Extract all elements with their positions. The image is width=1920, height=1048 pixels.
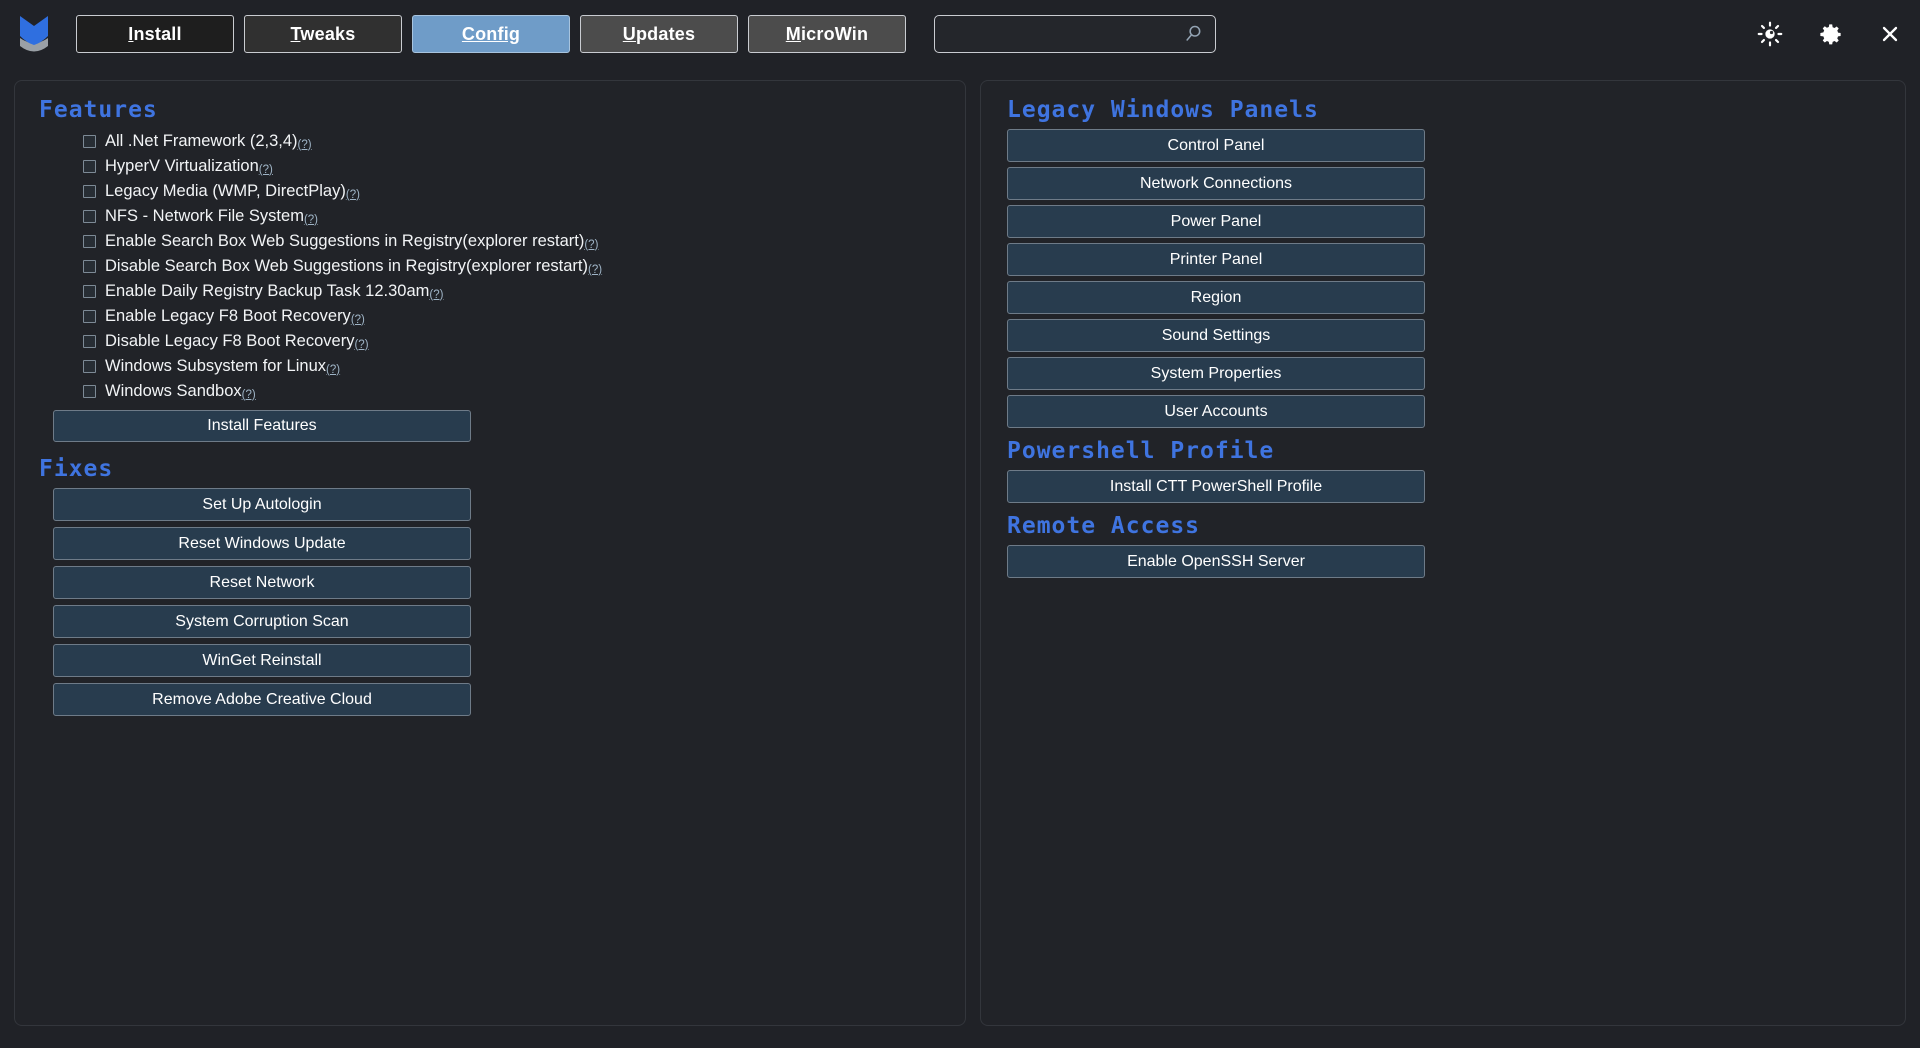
legacy-panels-heading: Legacy Windows Panels xyxy=(1007,97,1319,123)
help-tooltip-link[interactable]: (?) xyxy=(298,139,312,151)
feature-label: Enable Legacy F8 Boot Recovery xyxy=(105,307,351,325)
tab-microwin[interactable]: MicroWin xyxy=(748,15,906,53)
tab-install-label: nstall xyxy=(133,23,182,44)
checkbox-icon[interactable] xyxy=(83,235,96,248)
remote-access-button-list: Enable OpenSSH Server xyxy=(997,545,1889,578)
fix-action-button[interactable]: Set Up Autologin xyxy=(53,488,471,521)
help-tooltip-link[interactable]: (?) xyxy=(584,239,598,251)
tab-tweaks-accel: T xyxy=(290,23,301,44)
remote-access-button[interactable]: Enable OpenSSH Server xyxy=(1007,545,1425,578)
feature-checkbox-row[interactable]: Disable Legacy F8 Boot Recovery (?) xyxy=(83,329,949,354)
feature-label: Enable Daily Registry Backup Task 12.30a… xyxy=(105,282,430,300)
feature-checkbox-row[interactable]: NFS - Network File System (?) xyxy=(83,204,949,229)
checkbox-icon[interactable] xyxy=(83,160,96,173)
checkbox-icon[interactable] xyxy=(83,335,96,348)
search-input[interactable] xyxy=(945,25,1183,43)
search-box[interactable] xyxy=(934,15,1216,53)
features-heading: Features xyxy=(39,97,158,123)
feature-label: HyperV Virtualization xyxy=(105,157,259,175)
checkbox-icon[interactable] xyxy=(83,260,96,273)
feature-label: NFS - Network File System xyxy=(105,207,304,225)
checkbox-icon[interactable] xyxy=(83,210,96,223)
help-tooltip-link[interactable]: (?) xyxy=(346,189,360,201)
feature-label: Disable Legacy F8 Boot Recovery xyxy=(105,332,355,350)
help-tooltip-link[interactable]: (?) xyxy=(242,389,256,401)
tab-install[interactable]: Install xyxy=(76,15,234,53)
feature-label: Windows Subsystem for Linux xyxy=(105,357,327,375)
tab-updates-label: pdates xyxy=(635,23,696,44)
feature-checkbox-row[interactable]: HyperV Virtualization (?) xyxy=(83,154,949,179)
sun-icon[interactable] xyxy=(1757,21,1783,47)
powershell-profile-heading: Powershell Profile xyxy=(1007,438,1275,464)
features-checkbox-list: All .Net Framework (2,3,4) (?) HyperV Virt… xyxy=(31,129,949,404)
help-tooltip-link[interactable]: (?) xyxy=(259,164,273,176)
legacy-panel-button[interactable]: Power Panel xyxy=(1007,205,1425,238)
tab-tweaks[interactable]: Tweaks xyxy=(244,15,402,53)
legacy-panel-button[interactable]: User Accounts xyxy=(1007,395,1425,428)
fixes-button-list: Set Up Autologin Reset Windows Update Rese… xyxy=(31,488,949,716)
legacy-panel-button[interactable]: Network Connections xyxy=(1007,167,1425,200)
checkbox-icon[interactable] xyxy=(83,185,96,198)
feature-checkbox-row[interactable]: Enable Search Box Web Suggestions in Reg… xyxy=(83,229,949,254)
checkbox-icon[interactable] xyxy=(83,135,96,148)
tab-updates-accel: U xyxy=(622,23,636,44)
help-tooltip-link[interactable]: (?) xyxy=(588,264,602,276)
winutil-logo xyxy=(20,16,48,52)
help-tooltip-link[interactable]: (?) xyxy=(354,339,368,351)
feature-checkbox-row[interactable]: Windows Sandbox (?) xyxy=(83,379,949,404)
feature-checkbox-row[interactable]: Enable Legacy F8 Boot Recovery (?) xyxy=(83,304,949,329)
remote-access-heading: Remote Access xyxy=(1007,513,1201,539)
legacy-panel-button[interactable]: System Properties xyxy=(1007,357,1425,390)
feature-label: Windows Sandbox xyxy=(105,382,242,400)
legacy-panel-button[interactable]: Control Panel xyxy=(1007,129,1425,162)
legacy-panel-button[interactable]: Sound Settings xyxy=(1007,319,1425,352)
feature-checkbox-row[interactable]: Legacy Media (WMP, DirectPlay) (?) xyxy=(83,179,949,204)
tab-tweaks-label: weaks xyxy=(300,23,356,44)
window-controls xyxy=(1757,0,1902,68)
fix-action-button[interactable]: WinGet Reinstall xyxy=(53,644,471,677)
close-x-icon[interactable] xyxy=(1878,22,1902,46)
fix-action-button[interactable]: System Corruption Scan xyxy=(53,605,471,638)
main-content: Features All .Net Framework (2,3,4) (?) Hy… xyxy=(0,68,1920,1048)
feature-label: Disable Search Box Web Suggestions in Re… xyxy=(105,257,588,275)
install-features-button[interactable]: Install Features xyxy=(53,410,471,442)
feature-label: Enable Search Box Web Suggestions in Reg… xyxy=(105,232,585,250)
right-panel: Legacy Windows Panels Control Panel Netwo… xyxy=(980,80,1906,1026)
help-tooltip-link[interactable]: (?) xyxy=(351,314,365,326)
tab-updates[interactable]: Updates xyxy=(580,15,738,53)
tab-config[interactable]: Config xyxy=(412,15,570,53)
feature-label: All .Net Framework (2,3,4) xyxy=(105,132,298,150)
help-tooltip-link[interactable]: (?) xyxy=(304,214,318,226)
help-tooltip-link[interactable]: (?) xyxy=(429,289,443,301)
checkbox-icon[interactable] xyxy=(83,310,96,323)
tab-microwin-accel: M xyxy=(785,23,801,44)
legacy-panel-button[interactable]: Region xyxy=(1007,281,1425,314)
feature-label: Legacy Media (WMP, DirectPlay) xyxy=(105,182,346,200)
fix-action-button[interactable]: Remove Adobe Creative Cloud xyxy=(53,683,471,716)
tab-microwin-label: icroWin xyxy=(800,23,869,44)
gear-icon[interactable] xyxy=(1817,21,1844,48)
search-icon[interactable] xyxy=(1183,23,1205,45)
help-tooltip-link[interactable]: (?) xyxy=(326,364,340,376)
powershell-profile-button-list: Install CTT PowerShell Profile xyxy=(997,470,1889,503)
tab-config-label: Config xyxy=(461,23,521,44)
title-bar: Install Tweaks Config Updates MicroWin xyxy=(0,0,1920,68)
checkbox-icon[interactable] xyxy=(83,360,96,373)
feature-checkbox-row[interactable]: Enable Daily Registry Backup Task 12.30a… xyxy=(83,279,949,304)
feature-checkbox-row[interactable]: Windows Subsystem for Linux (?) xyxy=(83,354,949,379)
feature-checkbox-row[interactable]: All .Net Framework (2,3,4) (?) xyxy=(83,129,949,154)
left-panel: Features All .Net Framework (2,3,4) (?) Hy… xyxy=(14,80,966,1026)
checkbox-icon[interactable] xyxy=(83,285,96,298)
fixes-heading: Fixes xyxy=(39,456,114,482)
powershell-profile-button[interactable]: Install CTT PowerShell Profile xyxy=(1007,470,1425,503)
checkbox-icon[interactable] xyxy=(83,385,96,398)
legacy-panels-button-list: Control Panel Network Connections Power Pa… xyxy=(997,129,1889,428)
feature-checkbox-row[interactable]: Disable Search Box Web Suggestions in Re… xyxy=(83,254,949,279)
fix-action-button[interactable]: Reset Network xyxy=(53,566,471,599)
legacy-panel-button[interactable]: Printer Panel xyxy=(1007,243,1425,276)
fix-action-button[interactable]: Reset Windows Update xyxy=(53,527,471,560)
